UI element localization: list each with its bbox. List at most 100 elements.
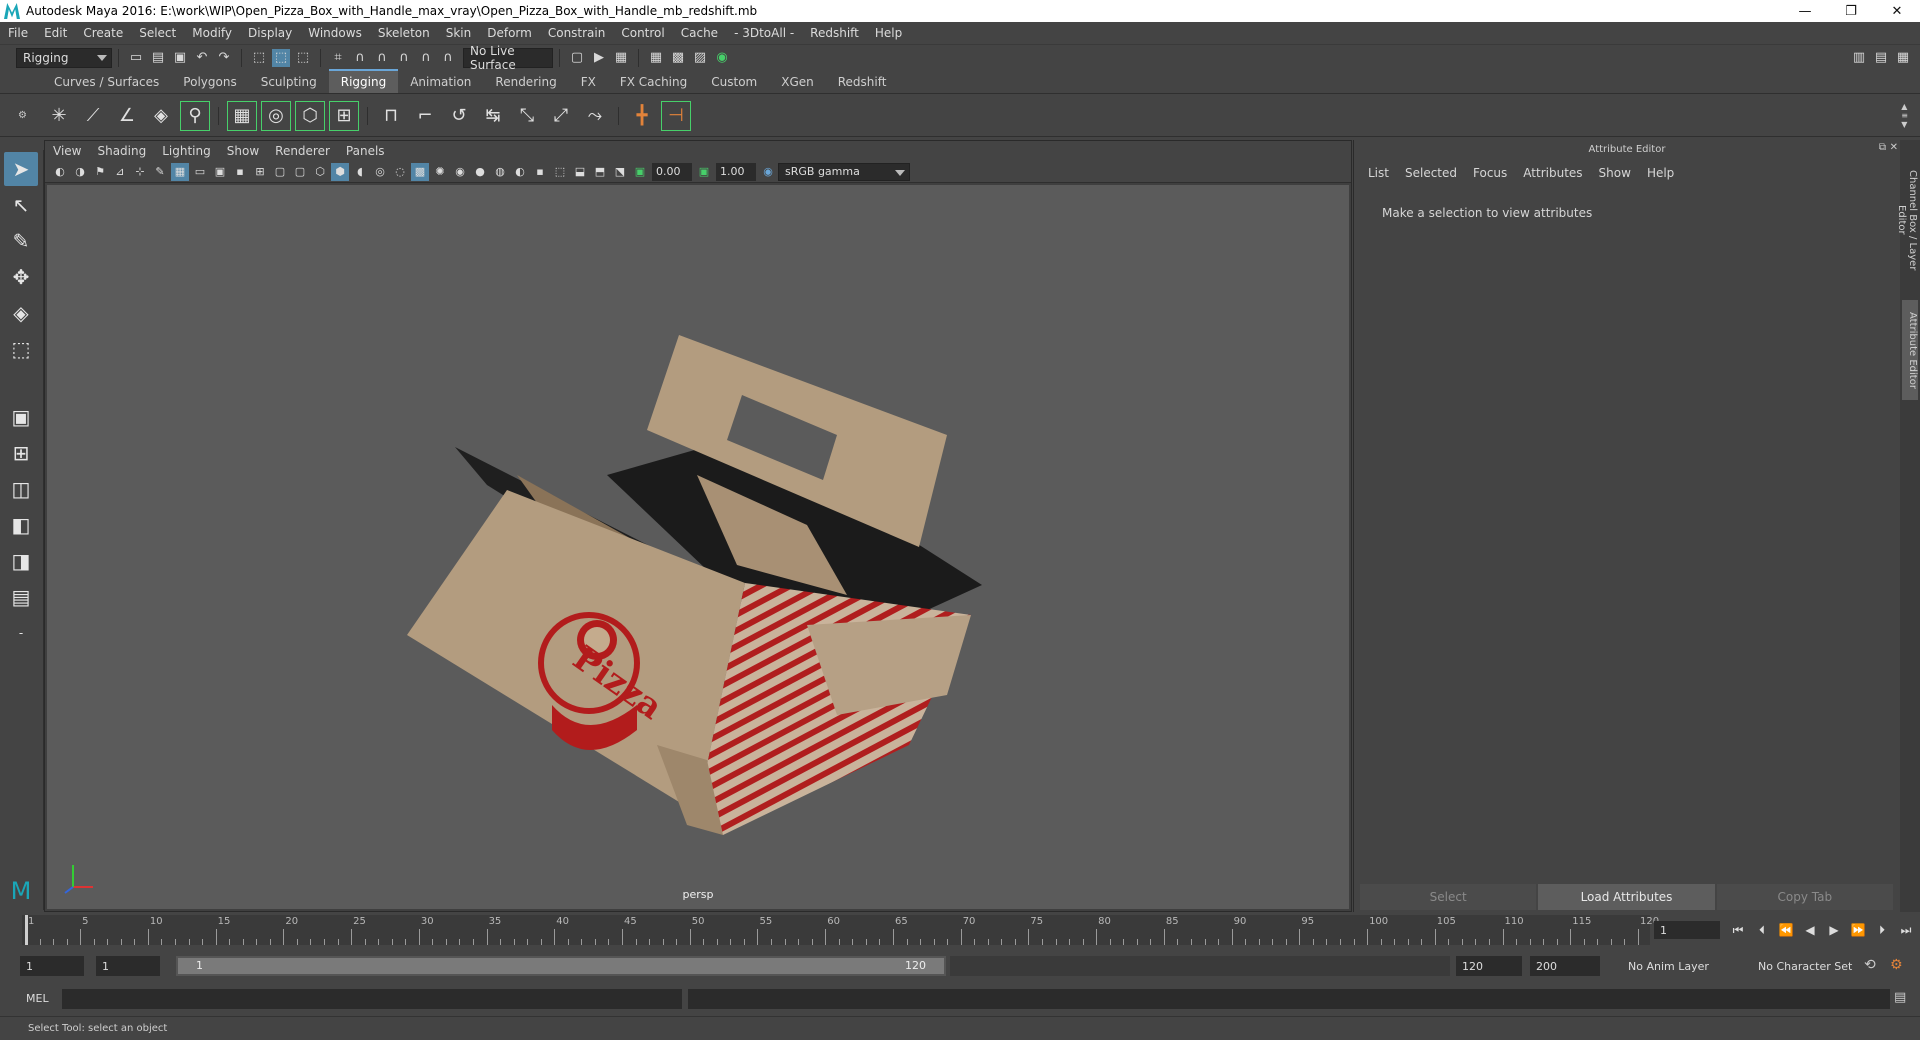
paint-select-tool-icon[interactable]: ✎ [4,224,38,258]
shelf-tab-custom[interactable]: Custom [699,71,769,93]
menu-deform[interactable]: Deform [479,26,540,40]
construction-history-icon[interactable]: ▢ [568,49,586,67]
wireframe-on-shaded-icon[interactable]: ◎ [371,163,389,181]
exposure-field[interactable]: 0.00 [652,162,692,181]
play-backwards-button[interactable]: ◀ [1798,919,1822,941]
lattice-icon[interactable]: ⬡ [295,100,325,131]
save-scene-icon[interactable]: ▣ [171,49,189,67]
2d-pan-zoom-icon[interactable]: ⊹ [131,163,149,181]
ae-menu-help[interactable]: Help [1639,166,1682,180]
wireframe-icon[interactable]: ⬡ [311,163,329,181]
safe-title-icon[interactable]: ▢ [291,163,309,181]
parent-constraint-icon[interactable]: ⊓ [376,101,406,131]
persp-graph-layout-icon[interactable]: ◨ [4,544,38,578]
copy-tab-button[interactable]: Copy Tab [1716,884,1893,910]
shelf-options-icon[interactable]: ⚙ [18,96,38,136]
snap-view-icon[interactable]: ∩ [395,49,413,67]
motion-blur-icon[interactable]: ◍ [491,163,509,181]
ae-menu-list[interactable]: List [1360,166,1397,180]
redshift-object-icon[interactable]: ⊣ [661,100,691,131]
menu-select[interactable]: Select [131,26,184,40]
playback-range-fill[interactable] [178,958,944,974]
menu-redshift[interactable]: Redshift [802,26,867,40]
shelf-tab-animation[interactable]: Animation [398,71,483,93]
grid-icon[interactable]: ▦ [171,162,189,181]
xray-active-icon[interactable]: ⬒ [591,163,609,181]
hik-character-icon[interactable]: ⚲ [180,100,210,131]
character-set-dropdown[interactable]: No Character Set [1752,956,1862,976]
snap-grid-icon[interactable]: ⌗ [329,49,347,67]
camera-select-icon[interactable]: ◐ [51,163,69,181]
exposure-icon[interactable]: ▣ [631,163,649,181]
safe-action-icon[interactable]: ▢ [271,163,289,181]
shelf-tab-xgen[interactable]: XGen [769,71,826,93]
current-time-marker[interactable] [25,915,28,945]
move-tool-icon[interactable]: ✥ [4,260,38,294]
step-back-frame-button[interactable]: ⏴ [1750,919,1774,941]
screen-space-ao-icon[interactable]: ● [471,163,489,181]
open-scene-icon[interactable]: ▤ [149,49,167,67]
image-plane-icon[interactable]: ⊿ [111,163,129,181]
lasso-tool-icon[interactable]: ↖ [4,188,38,222]
scroll-menu-icon[interactable]: ≡ [1901,111,1908,120]
modeling-toolkit-icon[interactable]: ▥ [1850,49,1868,67]
render-view-icon[interactable]: ▨ [691,49,709,67]
pizza-box-model[interactable]: Pizza [47,185,1349,909]
blend-shape-icon[interactable]: ⤳ [580,101,610,131]
close-panel-icon[interactable]: ✕ [1890,142,1898,153]
menu-create[interactable]: Create [75,26,131,40]
menu-3dtoall[interactable]: - 3DtoAll - [726,26,802,40]
minimize-button[interactable]: — [1782,0,1828,22]
scale-constraint-icon[interactable]: ↹ [478,101,508,131]
viewport-menu-shading[interactable]: Shading [89,144,154,158]
redo-icon[interactable]: ↷ [215,49,233,67]
render-frame-icon[interactable]: ▶ [590,49,608,67]
shelf-tab-rendering[interactable]: Rendering [483,71,568,93]
gamma-icon[interactable]: ▣ [695,163,713,181]
step-back-key-button[interactable]: ⏪ [1774,919,1798,941]
color-management-icon[interactable]: ◉ [759,163,777,181]
playback-range-bar[interactable]: 1 120 [176,956,946,976]
script-editor-icon[interactable]: ▤ [1894,990,1906,1005]
redshift-helper-icon[interactable]: ╋ [627,101,657,131]
smooth-bind-icon[interactable]: ◎ [261,100,291,131]
animation-start-field[interactable]: 1 [20,956,84,976]
textured-icon[interactable]: ▩ [411,162,429,181]
command-language-label[interactable]: MEL [26,992,49,1005]
ae-menu-focus[interactable]: Focus [1465,166,1515,180]
scroll-down-icon[interactable]: ▼ [1901,120,1908,129]
playback-start-field[interactable]: 1 [96,956,160,976]
smooth-shade-icon[interactable]: ⬢ [331,162,349,181]
menu-control[interactable]: Control [613,26,672,40]
select-component-icon[interactable]: ⬚ [294,49,312,67]
depth-of-field-icon[interactable]: ▪ [531,163,549,181]
snap-surface-icon[interactable]: ∩ [417,49,435,67]
menu-display[interactable]: Display [240,26,300,40]
channel-box-toggle-icon[interactable]: ▦ [1894,49,1912,67]
create-joints-icon[interactable]: ✳ [44,101,74,131]
shelf-tab-polygons[interactable]: Polygons [171,71,248,93]
menu-edit[interactable]: Edit [36,26,75,40]
menu-skin[interactable]: Skin [438,26,480,40]
viewport-menu-view[interactable]: View [45,144,89,158]
ae-menu-selected[interactable]: Selected [1397,166,1465,180]
single-pane-layout-icon[interactable]: ▣ [4,400,38,434]
shelf-tab-fx-caching[interactable]: FX Caching [608,71,699,93]
load-attributes-button[interactable]: Load Attributes [1538,884,1715,910]
shelf-tab-fx[interactable]: FX [569,71,608,93]
menu-modify[interactable]: Modify [184,26,240,40]
ae-menu-show[interactable]: Show [1591,166,1639,180]
viewport-canvas[interactable]: Pizza persp [47,185,1349,909]
film-gate-icon[interactable]: ▭ [191,163,209,181]
camera-attributes-icon[interactable]: ◑ [71,163,89,181]
menu-constrain[interactable]: Constrain [540,26,614,40]
persp-hypershade-layout-icon[interactable]: ▤ [4,580,38,614]
bookmark-icon[interactable]: ⚑ [91,163,109,181]
point-constraint-icon[interactable]: ⌐ [410,101,440,131]
default-material-icon[interactable]: ◖ [351,163,369,181]
playback-end-field[interactable]: 120 [1456,956,1522,976]
new-scene-icon[interactable]: ▭ [127,49,145,67]
select-button[interactable]: Select [1360,884,1537,910]
side-by-side-layout-icon[interactable]: ◫ [4,472,38,506]
snap-point-icon[interactable]: ∩ [373,49,391,67]
